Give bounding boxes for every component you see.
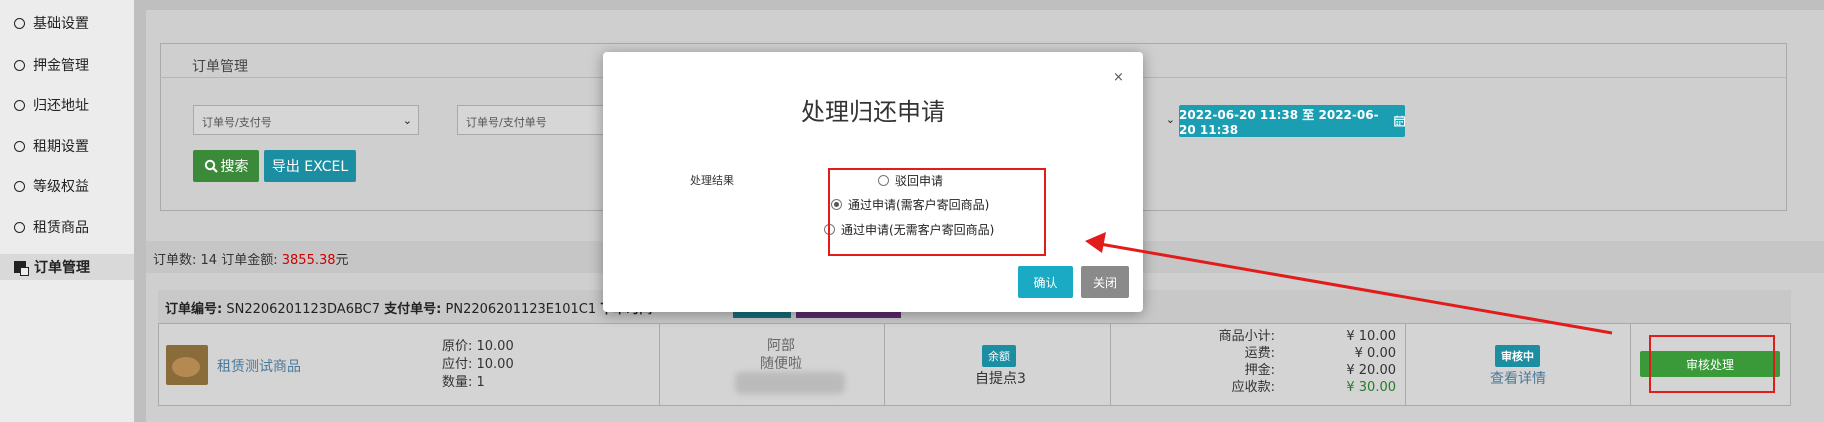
annotation-arrow (1085, 232, 1613, 335)
